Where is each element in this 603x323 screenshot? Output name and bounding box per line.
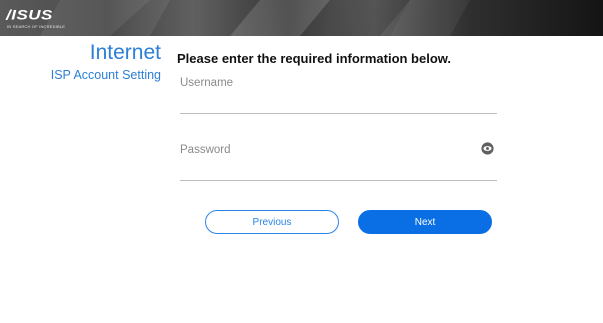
password-field-container — [180, 139, 497, 181]
eye-icon[interactable] — [481, 142, 494, 155]
logo-tagline: IN SEARCH OF INCREDIBLE — [7, 24, 66, 29]
page-subtitle: ISP Account Setting — [50, 68, 161, 82]
username-field-container — [180, 72, 497, 114]
form-heading: Please enter the required information be… — [177, 51, 452, 66]
asus-logo: /ISUS IN SEARCH OF INCREDIBLE — [6, 8, 84, 30]
page-title: Internet — [89, 41, 161, 64]
password-input[interactable] — [180, 141, 465, 159]
header-banner: /ISUS IN SEARCH OF INCREDIBLE — [0, 0, 603, 36]
previous-button[interactable]: Previous — [205, 210, 339, 234]
next-button[interactable]: Next — [358, 210, 492, 234]
username-input[interactable] — [180, 74, 465, 92]
header-texture — [40, 0, 470, 36]
logo-text: /ISUS — [6, 7, 53, 23]
